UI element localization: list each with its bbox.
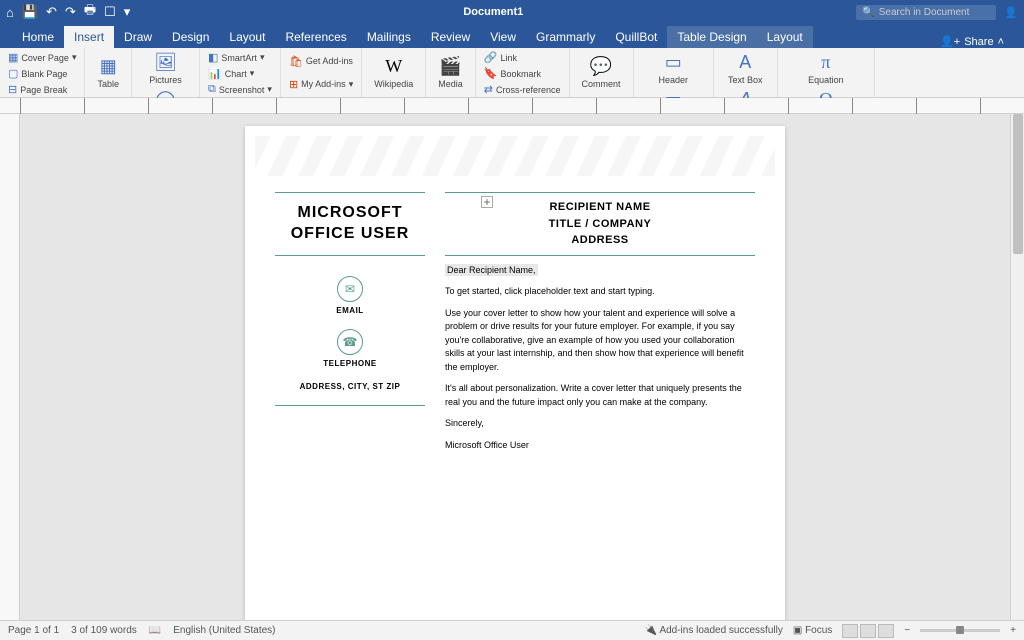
- ribbon: ▦Cover Page ▾ ▢Blank Page ⊟Page Break ▦T…: [0, 48, 1024, 98]
- spellcheck-icon[interactable]: 📖: [149, 625, 161, 636]
- chart-button[interactable]: 📊Chart ▾: [206, 66, 274, 81]
- salutation[interactable]: Dear Recipient Name,: [445, 264, 538, 276]
- screenshot-button[interactable]: ⧉Screenshot ▾: [206, 82, 274, 97]
- share-button[interactable]: 👤+ Share ˄: [940, 35, 1012, 48]
- body-para1[interactable]: To get started, click placeholder text a…: [445, 285, 755, 299]
- tab-grammarly[interactable]: Grammarly: [526, 26, 605, 48]
- tab-review[interactable]: Review: [421, 26, 480, 48]
- focus-button[interactable]: ▣ Focus: [793, 625, 832, 636]
- recipient-title[interactable]: TITLE / COMPANY: [445, 216, 755, 233]
- tab-layout[interactable]: Layout: [219, 26, 275, 48]
- document-canvas[interactable]: + MICROSOFT OFFICE USER ✉ EMAIL ☎ TELEPH…: [20, 114, 1010, 620]
- zoom-slider[interactable]: [920, 629, 1000, 632]
- search-input[interactable]: 🔍 Search in Document: [856, 5, 996, 20]
- status-bar: Page 1 of 1 3 of 109 words 📖 English (Un…: [0, 620, 1024, 640]
- tab-quillbot[interactable]: QuillBot: [605, 26, 667, 48]
- recipient-address[interactable]: ADDRESS: [445, 232, 755, 249]
- view-buttons: [842, 624, 894, 638]
- tab-view[interactable]: View: [480, 26, 526, 48]
- textbox-button[interactable]: AText Box: [720, 50, 771, 87]
- bookmark-button[interactable]: 🔖Bookmark: [482, 66, 563, 81]
- horizontal-ruler[interactable]: [0, 98, 1024, 114]
- scroll-thumb[interactable]: [1013, 114, 1023, 254]
- search-icon: 🔍: [862, 7, 874, 18]
- view-outline[interactable]: [878, 624, 894, 638]
- ribbon-tabs: Home Insert Draw Design Layout Reference…: [0, 24, 1024, 48]
- zoom-out[interactable]: −: [904, 625, 910, 636]
- tab-home[interactable]: Home: [12, 26, 64, 48]
- phone-label[interactable]: TELEPHONE: [275, 359, 425, 368]
- sender-name-line2[interactable]: OFFICE USER: [275, 224, 425, 245]
- word-count[interactable]: 3 of 109 words: [71, 625, 137, 636]
- vertical-scrollbar[interactable]: [1010, 114, 1024, 620]
- tab-references[interactable]: References: [275, 26, 356, 48]
- wikipedia-button[interactable]: WWikipedia: [368, 54, 419, 91]
- media-button[interactable]: 🎬Media: [432, 54, 469, 91]
- page[interactable]: + MICROSOFT OFFICE USER ✉ EMAIL ☎ TELEPH…: [245, 126, 785, 620]
- page-break-button[interactable]: ⊟Page Break: [6, 82, 78, 97]
- tab-mailings[interactable]: Mailings: [357, 26, 421, 48]
- home-icon[interactable]: ⌂: [6, 5, 14, 20]
- table-insert-handle[interactable]: +: [481, 196, 493, 208]
- tab-table-design[interactable]: Table Design: [667, 26, 756, 48]
- body-para2[interactable]: Use your cover letter to show how your t…: [445, 307, 755, 375]
- body-para3[interactable]: It's all about personalization. Write a …: [445, 382, 755, 409]
- address-label[interactable]: ADDRESS, CITY, ST ZIP: [275, 382, 425, 391]
- my-addins-button[interactable]: ⊞My Add-ins ▾: [287, 77, 355, 92]
- blank-page-button[interactable]: ▢Blank Page: [6, 66, 78, 81]
- header-decoration: [255, 136, 775, 176]
- phone-icon: ☎: [337, 329, 363, 355]
- vertical-ruler[interactable]: [0, 114, 20, 620]
- view-print[interactable]: [842, 624, 858, 638]
- closing[interactable]: Sincerely,: [445, 417, 755, 431]
- addins-status[interactable]: 🔌 Add-ins loaded successfully: [645, 625, 783, 636]
- touch-icon[interactable]: ☐: [104, 4, 116, 20]
- undo-icon[interactable]: ↶: [46, 4, 57, 20]
- equation-button[interactable]: πEquation: [784, 50, 869, 87]
- cover-page-button[interactable]: ▦Cover Page ▾: [6, 50, 78, 65]
- header-button[interactable]: ▭Header: [640, 50, 708, 87]
- signature[interactable]: Microsoft Office User: [445, 439, 755, 453]
- email-label[interactable]: EMAIL: [275, 306, 425, 315]
- link-button[interactable]: 🔗Link: [482, 50, 563, 65]
- email-icon: ✉: [337, 276, 363, 302]
- print-icon[interactable]: 🖶: [84, 1, 96, 23]
- tab-design[interactable]: Design: [162, 26, 219, 48]
- comment-button[interactable]: 💬Comment: [576, 54, 627, 91]
- tab-layout2[interactable]: Layout: [757, 26, 813, 48]
- pictures-button[interactable]: 🖼Pictures: [138, 50, 193, 87]
- user-icon[interactable]: 👤: [1004, 6, 1018, 19]
- cross-reference-button[interactable]: ⇄Cross-reference: [482, 82, 563, 97]
- document-title: Document1: [130, 6, 856, 18]
- page-indicator[interactable]: Page 1 of 1: [8, 625, 59, 636]
- table-button[interactable]: ▦Table: [91, 54, 125, 91]
- sender-name-line1[interactable]: MICROSOFT: [275, 203, 425, 224]
- tab-draw[interactable]: Draw: [114, 26, 162, 48]
- redo-icon[interactable]: ↷: [65, 4, 76, 20]
- get-addins-button[interactable]: 🛍Get Add-ins: [287, 54, 355, 69]
- title-bar: ⌂ 💾 ↶ ↷ 🖶 ☐ ▾ Document1 🔍 Search in Docu…: [0, 0, 1024, 24]
- view-web[interactable]: [860, 624, 876, 638]
- zoom-in[interactable]: +: [1010, 625, 1016, 636]
- save-icon[interactable]: 💾: [22, 4, 38, 20]
- smartart-button[interactable]: ◧SmartArt ▾: [206, 50, 274, 65]
- tab-insert[interactable]: Insert: [64, 26, 114, 48]
- language-indicator[interactable]: English (United States): [173, 625, 275, 636]
